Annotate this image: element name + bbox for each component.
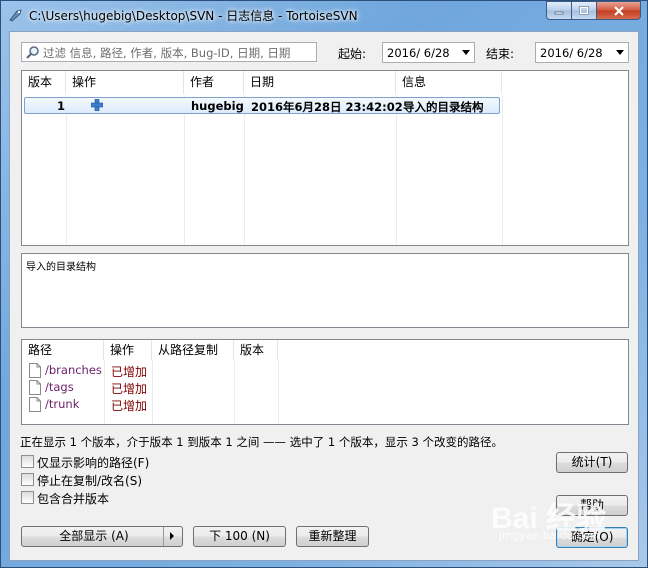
log-list-header: 版本 操作 作者 日期 信息 <box>22 71 628 95</box>
minimize-icon <box>554 11 564 14</box>
row-date: 2016年6月28日 23:42:02 <box>251 100 403 114</box>
column-divider <box>502 95 503 245</box>
column-copy-from[interactable]: 从路径复制 <box>152 340 234 360</box>
title-bar[interactable]: C:\Users\hugebig\Desktop\SVN - 日志信息 - To… <box>1 1 647 29</box>
refresh-button[interactable]: 重新整理 <box>296 526 369 547</box>
column-action[interactable]: 操作 <box>66 71 184 94</box>
column-divider <box>66 95 67 245</box>
column-divider <box>278 360 279 424</box>
end-date-label: 结束: <box>486 47 515 61</box>
stop-on-copy-checkbox[interactable] <box>21 473 34 486</box>
dialog-client-area: 过滤 信息, 路径, 作者, 版本, Bug-ID, 日期, 日期 起始: 20… <box>9 31 639 561</box>
row-message: 导入的目录结构 <box>403 100 484 114</box>
chevron-right-icon <box>170 532 174 540</box>
close-icon <box>613 5 624 16</box>
show-all-dropdown[interactable] <box>163 527 182 546</box>
stop-on-copy-label: 停止在复制/改名(S) <box>37 474 143 488</box>
next-100-button[interactable]: 下 100 (N) <box>193 526 286 547</box>
stats-button[interactable]: 统计(T) <box>556 452 628 473</box>
baidu-watermark: Bai 经验 jingyan.baidu.com <box>491 493 606 542</box>
filter-input[interactable]: 过滤 信息, 路径, 作者, 版本, Bug-ID, 日期, 日期 <box>21 42 317 62</box>
include-merged-checkbox[interactable] <box>21 491 34 504</box>
column-path-action[interactable]: 操作 <box>104 340 152 360</box>
watermark-url: jingyan.baidu.com <box>499 529 601 542</box>
column-date[interactable]: 日期 <box>244 71 396 94</box>
maximize-button[interactable] <box>572 1 597 20</box>
minimize-button[interactable] <box>546 1 572 20</box>
path-action: 已增加 <box>111 399 148 413</box>
plus-icon <box>91 99 103 111</box>
column-path[interactable]: 路径 <box>22 340 104 360</box>
changed-paths-list[interactable]: 路径 操作 从路径复制 版本 /branches 已增加 /tags 已增加 /… <box>21 339 629 425</box>
path-name: /trunk <box>45 397 80 411</box>
window-controls <box>546 1 641 21</box>
include-merged-label: 包含合并版本 <box>37 492 110 506</box>
chevron-down-icon <box>616 50 624 55</box>
status-text: 正在显示 1 个版本，介于版本 1 到版本 1 之间 —— 选中了 1 个版本，… <box>20 435 503 449</box>
column-message[interactable]: 信息 <box>396 71 502 94</box>
tortoisesvn-icon <box>9 9 22 22</box>
close-button[interactable] <box>597 1 641 20</box>
row-revision: 1 <box>57 99 66 113</box>
column-divider <box>244 95 245 245</box>
end-date-value: 2016/ 6/28 <box>540 46 603 60</box>
show-all-label: 全部显示 (A) <box>59 529 129 543</box>
list-item[interactable]: /tags 已增加 <box>22 379 278 396</box>
list-item[interactable]: /trunk 已增加 <box>22 396 278 413</box>
file-icon <box>29 397 41 412</box>
search-icon <box>26 46 39 59</box>
chevron-down-icon <box>462 50 470 55</box>
start-date-label: 起始: <box>338 47 367 61</box>
show-all-button[interactable]: 全部显示 (A) <box>21 526 183 547</box>
path-name: /branches <box>45 363 102 377</box>
column-author[interactable]: 作者 <box>184 71 244 94</box>
list-item[interactable]: /branches 已增加 <box>22 362 278 379</box>
filter-placeholder: 过滤 信息, 路径, 作者, 版本, Bug-ID, 日期, 日期 <box>43 46 291 60</box>
file-icon <box>29 363 41 378</box>
start-date-value: 2016/ 6/28 <box>387 46 450 60</box>
path-action: 已增加 <box>111 365 148 379</box>
affected-paths-checkbox[interactable] <box>21 455 34 468</box>
file-icon <box>29 380 41 395</box>
start-date-picker[interactable]: 2016/ 6/28 <box>382 42 475 63</box>
row-author: hugebig <box>191 99 244 113</box>
paths-header: 路径 操作 从路径复制 版本 <box>22 340 628 360</box>
column-path-revision[interactable]: 版本 <box>234 340 278 360</box>
maximize-icon <box>579 6 589 15</box>
path-action: 已增加 <box>111 382 148 396</box>
log-list[interactable]: 版本 操作 作者 日期 信息 1 hugebig 2016年6月28日 23:4… <box>21 70 629 246</box>
log-message-box[interactable]: 导入的目录结构 <box>21 253 629 328</box>
table-row[interactable]: 1 hugebig 2016年6月28日 23:42:02 导入的目录结构 <box>24 97 500 114</box>
column-divider <box>184 95 185 245</box>
window-title: C:\Users\hugebig\Desktop\SVN - 日志信息 - To… <box>29 9 358 23</box>
log-message-text: 导入的目录结构 <box>26 262 96 273</box>
affected-paths-label: 仅显示影响的路径(F) <box>37 456 150 470</box>
end-date-picker[interactable]: 2016/ 6/28 <box>535 42 629 63</box>
log-dialog-window: C:\Users\hugebig\Desktop\SVN - 日志信息 - To… <box>0 0 648 568</box>
column-revision[interactable]: 版本 <box>22 71 66 94</box>
column-divider <box>396 95 397 245</box>
path-name: /tags <box>45 380 74 394</box>
